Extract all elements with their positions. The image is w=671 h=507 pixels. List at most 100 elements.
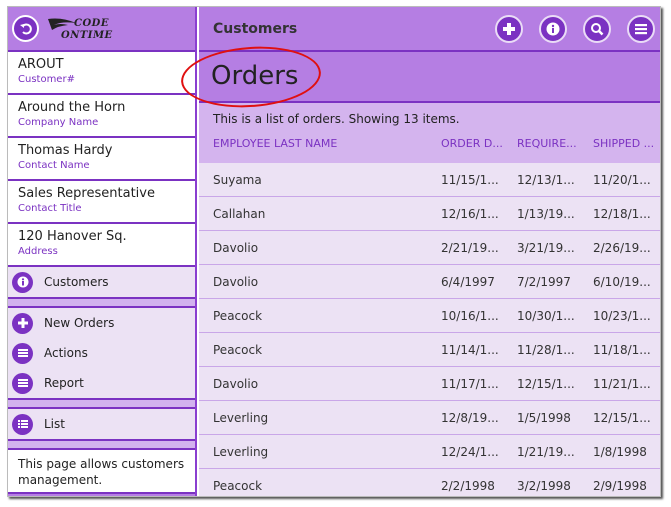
cell-required-date: 3/2/1998 xyxy=(517,479,571,493)
logo-text-code: CODE xyxy=(74,18,109,29)
field-value: Sales Representative xyxy=(18,186,155,201)
sidebar-item-actions[interactable]: Actions xyxy=(8,338,195,368)
cell-shipped-date: 2/26/19... xyxy=(593,241,651,255)
cell-required-date: 10/30/1... xyxy=(517,309,575,323)
table-row[interactable]: Davolio 11/17/1... 12/15/1... 11/21/1... xyxy=(199,367,660,401)
table-row[interactable]: Peacock 11/14/1... 11/28/1... 11/18/1... xyxy=(199,333,660,367)
field-value: 120 Hanover Sq. xyxy=(18,229,127,244)
cell-required-date: 11/28/1... xyxy=(517,343,575,357)
sidebar-header: CODE ONTIME xyxy=(8,7,195,52)
cell-shipped-date: 1/8/1998 xyxy=(593,445,647,459)
cell-order-date: 11/14/1... xyxy=(441,343,499,357)
plus-icon xyxy=(12,312,33,334)
sidebar-item-report[interactable]: Report xyxy=(8,368,195,398)
sidebar-item-new-orders[interactable]: New Orders xyxy=(8,308,195,338)
field-label: Customer# xyxy=(18,74,75,85)
new-button[interactable] xyxy=(495,15,523,43)
app-title: Customers xyxy=(213,21,298,37)
sidebar-item-label: List xyxy=(44,417,65,431)
cell-shipped-date: 6/10/19... xyxy=(593,275,651,289)
info-icon xyxy=(12,271,33,293)
logo: CODE ONTIME xyxy=(48,15,128,45)
field-label: Company Name xyxy=(18,117,99,128)
page-description: This page allows customers management. xyxy=(8,450,195,494)
cell-order-date: 2/2/1998 xyxy=(441,479,495,493)
list-header: This is a list of orders. Showing 13 ite… xyxy=(199,103,660,163)
search-icon xyxy=(591,23,604,36)
list-info: This is a list of orders. Showing 13 ite… xyxy=(213,112,460,126)
column-header-shipped-date[interactable]: SHIPPED ... xyxy=(593,137,654,150)
cell-required-date: 7/2/1997 xyxy=(517,275,571,289)
plus-icon xyxy=(503,23,515,35)
field-company-name: Around the Horn Company Name xyxy=(8,95,195,138)
logo-wing-icon xyxy=(48,18,76,30)
cell-shipped-date: 11/18/1... xyxy=(593,343,651,357)
cell-employee: Peacock xyxy=(213,479,263,493)
cell-employee: Peacock xyxy=(213,309,263,323)
cell-employee: Leverling xyxy=(213,411,269,425)
search-button[interactable] xyxy=(583,15,611,43)
cell-required-date: 1/13/19... xyxy=(517,207,575,221)
sidebar-item-label: Actions xyxy=(44,346,88,360)
cell-shipped-date: 12/15/1... xyxy=(593,411,651,425)
sidebar-item-label: New Orders xyxy=(44,316,115,330)
back-button[interactable] xyxy=(12,15,39,42)
table-row[interactable]: Peacock 10/16/1... 10/30/1... 10/23/1... xyxy=(199,299,660,333)
cell-order-date: 11/15/1... xyxy=(441,173,499,187)
menu-button[interactable] xyxy=(627,15,655,43)
cell-employee: Callahan xyxy=(213,207,266,221)
sidebar-item-list[interactable]: List xyxy=(8,409,195,439)
cell-order-date: 12/16/1... xyxy=(441,207,499,221)
context-group: Customers xyxy=(8,267,195,299)
field-label: Address xyxy=(18,246,58,257)
cell-order-date: 10/16/1... xyxy=(441,309,499,323)
field-value: AROUT xyxy=(18,57,64,72)
cell-employee: Davolio xyxy=(213,241,259,255)
field-value: Around the Horn xyxy=(18,100,126,115)
divider xyxy=(8,299,195,308)
page-header: Orders xyxy=(199,52,660,103)
cell-shipped-date: 2/9/1998 xyxy=(593,479,647,493)
sidebar-item-customers[interactable]: Customers xyxy=(8,267,195,297)
menu-icon xyxy=(635,24,647,35)
column-header-order-date[interactable]: ORDER D... xyxy=(441,137,503,150)
cell-required-date: 12/15/1... xyxy=(517,377,575,391)
actions-group: New Orders Actions Report xyxy=(8,308,195,400)
field-label: Contact Title xyxy=(18,203,82,214)
column-header-required-date[interactable]: REQUIRE... xyxy=(517,137,577,150)
back-arrow-icon xyxy=(19,23,32,34)
table-row[interactable]: Leverling 12/8/19... 1/5/1998 12/15/1... xyxy=(199,401,660,435)
cell-employee: Leverling xyxy=(213,445,269,459)
info-icon xyxy=(546,22,560,36)
table-row[interactable]: Suyama 11/15/1... 12/13/1... 11/20/1... xyxy=(199,163,660,197)
logo-text-ontime: ONTIME xyxy=(61,30,113,41)
cell-order-date: 12/24/1... xyxy=(441,445,499,459)
cell-order-date: 6/4/1997 xyxy=(441,275,495,289)
table-row[interactable]: Davolio 6/4/1997 7/2/1997 6/10/19... xyxy=(199,265,660,299)
info-button[interactable] xyxy=(539,15,567,43)
cell-order-date: 2/21/19... xyxy=(441,241,499,255)
views-group: List xyxy=(8,409,195,441)
cell-shipped-date: 11/20/1... xyxy=(593,173,651,187)
table-row[interactable]: Davolio 2/21/19... 3/21/19... 2/26/19... xyxy=(199,231,660,265)
cell-order-date: 12/8/19... xyxy=(441,411,499,425)
cell-employee: Davolio xyxy=(213,377,259,391)
menu-icon xyxy=(12,342,33,364)
sidebar-item-label: Report xyxy=(44,376,84,390)
table-row[interactable]: Leverling 12/24/1... 1/21/19... 1/8/1998 xyxy=(199,435,660,469)
cell-required-date: 3/21/19... xyxy=(517,241,575,255)
field-label: Contact Name xyxy=(18,160,90,171)
cell-employee: Suyama xyxy=(213,173,262,187)
sidebar: CODE ONTIME AROUT Customer# Around the H… xyxy=(8,7,197,496)
list-icon xyxy=(12,413,33,435)
cell-required-date: 12/13/1... xyxy=(517,173,575,187)
column-header-employee[interactable]: EMPLOYEE LAST NAME xyxy=(213,137,337,150)
table-row[interactable]: Callahan 12/16/1... 1/13/19... 12/18/1... xyxy=(199,197,660,231)
cell-required-date: 1/5/1998 xyxy=(517,411,571,425)
orders-table: Suyama 11/15/1... 12/13/1... 11/20/1... Cal… xyxy=(199,163,660,496)
cell-employee: Davolio xyxy=(213,275,259,289)
table-row[interactable]: Peacock 2/2/1998 3/2/1998 2/9/1998 xyxy=(199,469,660,496)
main-content: Customers Orders This is a list of order… xyxy=(179,7,660,496)
field-value: Thomas Hardy xyxy=(18,143,113,158)
menu-icon xyxy=(12,372,33,394)
